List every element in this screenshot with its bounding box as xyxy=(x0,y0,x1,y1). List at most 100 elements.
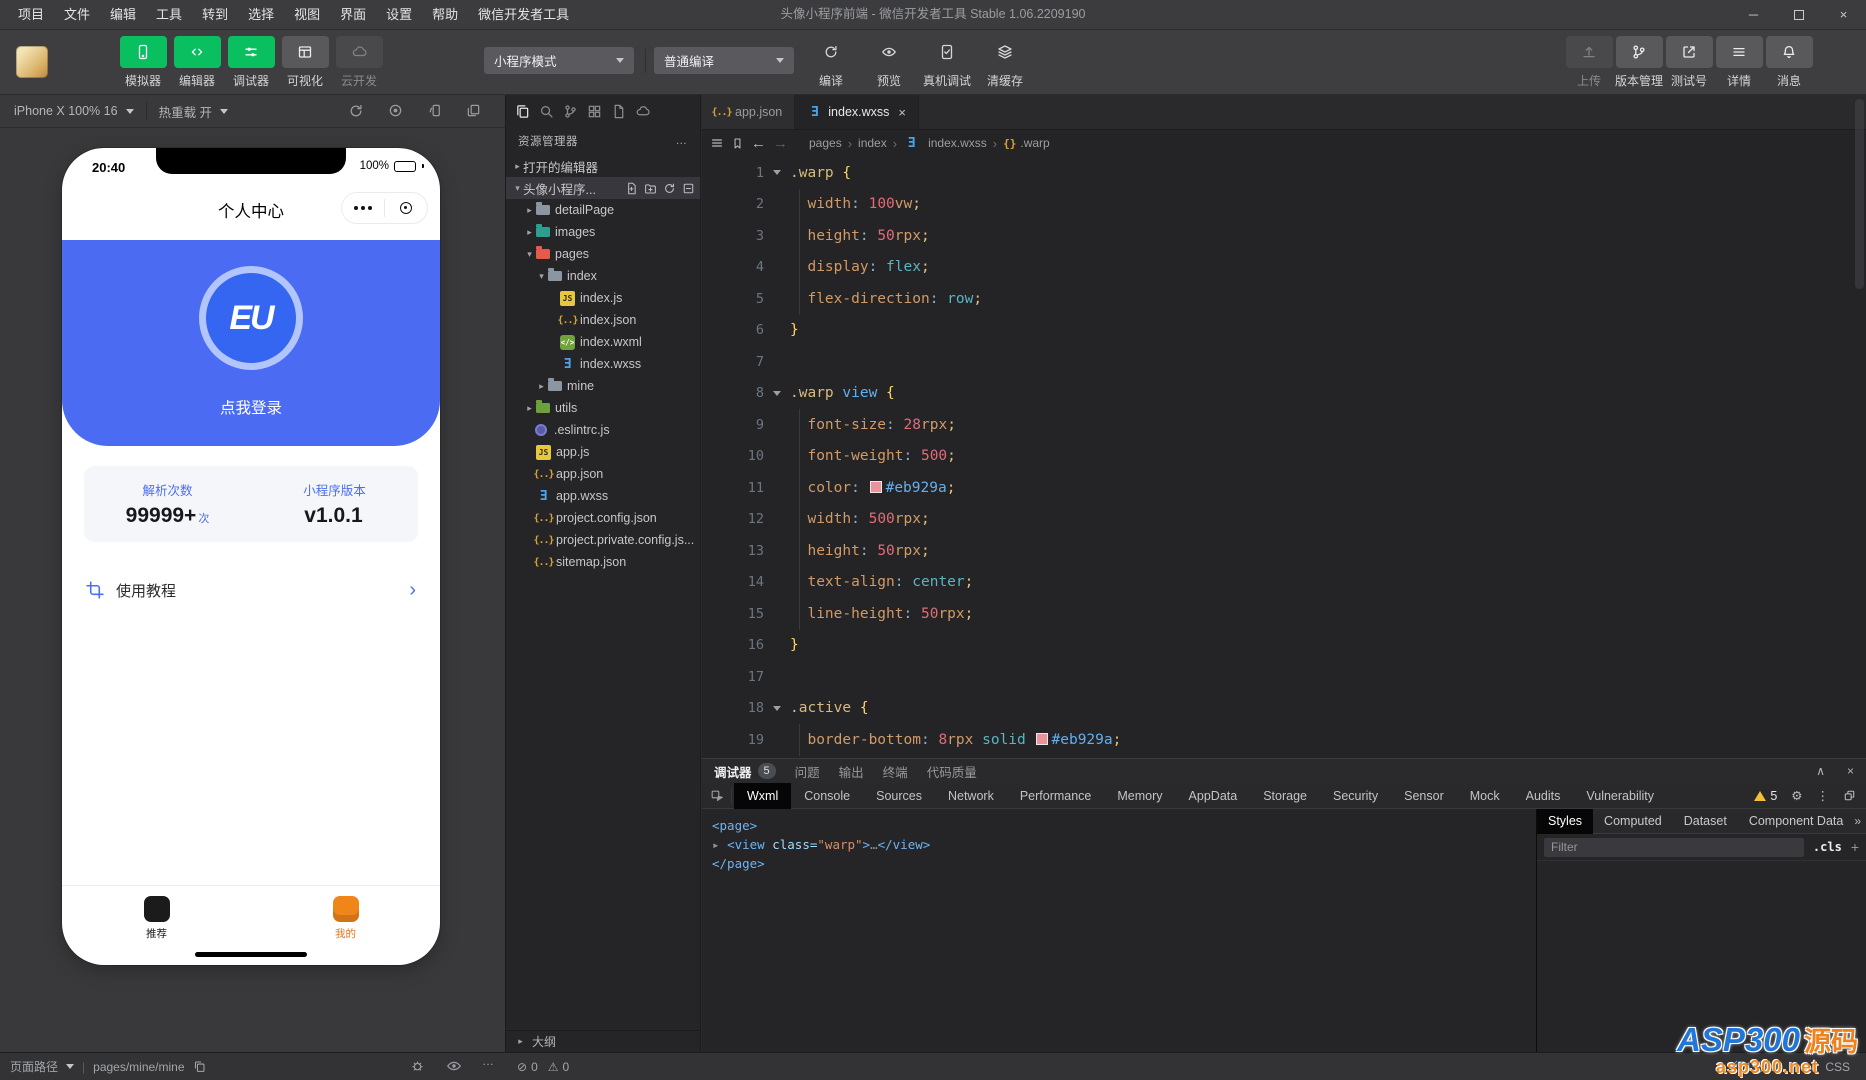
close-button[interactable]: × xyxy=(1821,0,1866,29)
menu-item-1[interactable]: 文件 xyxy=(54,0,100,29)
close-miniprogram-button[interactable] xyxy=(385,202,427,214)
files-icon[interactable] xyxy=(515,104,530,119)
tab-recommend[interactable]: 推荐 xyxy=(62,886,251,951)
tree-item-9[interactable]: Ǝindex.wxss xyxy=(506,353,700,375)
sim-rotate-icon[interactable] xyxy=(428,103,443,118)
file-icon[interactable] xyxy=(611,104,626,119)
fold-icon[interactable] xyxy=(764,390,790,396)
tree-item-2[interactable]: ▸ detailPage xyxy=(506,199,700,221)
debugger-tab-问题[interactable]: 问题 xyxy=(795,762,820,781)
tree-item-5[interactable]: ▾ index xyxy=(506,265,700,287)
close-panel-icon[interactable]: × xyxy=(1847,764,1854,778)
toolbar-button-可视化[interactable]: 可视化 xyxy=(278,36,332,89)
undock-icon[interactable] xyxy=(1843,789,1856,802)
styles-tab-Component Data[interactable]: Component Data xyxy=(1738,809,1855,834)
settings-gear-icon[interactable]: ⚙ xyxy=(1791,788,1802,803)
tree-item-1[interactable]: ▾ 头像小程序... xyxy=(506,177,700,199)
filter-input[interactable]: Filter xyxy=(1544,837,1804,857)
bookmark-icon[interactable] xyxy=(731,137,744,150)
add-style-icon[interactable]: + xyxy=(1851,839,1859,855)
maximize-button[interactable] xyxy=(1776,0,1821,29)
minimize-button[interactable]: ─ xyxy=(1731,0,1776,29)
toolbar-button-云开发[interactable]: 云开发 xyxy=(332,36,386,89)
toolbar-button-编辑器[interactable]: 编辑器 xyxy=(170,36,224,89)
tree-item-0[interactable]: ▸ 打开的编辑器 xyxy=(506,155,700,177)
cursor-position[interactable]: 行1, 列1 xyxy=(1733,1058,1777,1075)
menu-item-6[interactable]: 视图 xyxy=(284,0,330,29)
app-logo[interactable]: EU xyxy=(199,266,303,370)
bug-icon[interactable] xyxy=(410,1058,425,1073)
toolbar-button-真机调试[interactable]: 真机调试 xyxy=(918,36,976,89)
close-tab-icon[interactable]: × xyxy=(898,105,906,120)
wxml-line[interactable]: </page> xyxy=(712,854,1536,873)
hot-reload-toggle[interactable]: 热重载 开 xyxy=(159,102,229,121)
more-button[interactable] xyxy=(342,206,384,210)
fold-icon[interactable] xyxy=(764,705,790,711)
toolbar-button-消息[interactable]: 消息 xyxy=(1764,36,1814,89)
toolbar-button-上传[interactable]: 上传 xyxy=(1564,36,1614,89)
tree-item-14[interactable]: {..} app.json xyxy=(506,463,700,485)
sim-record-icon[interactable] xyxy=(388,103,403,118)
wxml-inspector[interactable]: <page> ▸ <view class="warp">…</view> </pag… xyxy=(702,809,1536,1052)
tree-item-3[interactable]: ▸ images xyxy=(506,221,700,243)
styles-tab-Styles[interactable]: Styles xyxy=(1537,808,1594,834)
editor-tab-index.wxss[interactable]: Ǝindex.wxss × xyxy=(795,95,919,129)
sim-screenshot-icon[interactable] xyxy=(466,103,481,118)
path-mode-selector[interactable]: 页面路径 xyxy=(10,1058,75,1075)
devtools-tab-Sources[interactable]: Sources xyxy=(863,783,935,809)
more-icon[interactable]: … xyxy=(676,135,689,147)
menu-item-5[interactable]: 选择 xyxy=(238,0,284,29)
tree-item-18[interactable]: {..} sitemap.json xyxy=(506,551,700,573)
wxml-line[interactable]: <page> xyxy=(712,816,1536,835)
toolbar-button-详情[interactable]: 详情 xyxy=(1714,36,1764,89)
breadcrumb-item-.warp[interactable]: {} .warp xyxy=(1003,136,1050,150)
problems-summary[interactable]: ⊘ 0 ⚠ 0 xyxy=(517,1053,569,1080)
toolbar-button-调试器[interactable]: 调试器 xyxy=(224,36,278,89)
tree-item-16[interactable]: {..} project.config.json xyxy=(506,507,700,529)
device-selector[interactable]: iPhone X 100% 16 xyxy=(14,104,134,118)
editor-scrollbar[interactable] xyxy=(1855,99,1864,289)
tree-item-15[interactable]: Ǝapp.wxss xyxy=(506,485,700,507)
toolbar-button-模拟器[interactable]: 模拟器 xyxy=(116,36,170,89)
devtools-tab-AppData[interactable]: AppData xyxy=(1176,783,1251,809)
devtools-tab-Console[interactable]: Console xyxy=(791,783,863,809)
devtools-tab-Audits[interactable]: Audits xyxy=(1513,783,1574,809)
source-control-icon[interactable] xyxy=(563,104,578,119)
tab-mine[interactable]: 我的 xyxy=(251,886,440,951)
user-avatar[interactable] xyxy=(16,46,48,78)
tree-item-13[interactable]: JS app.js xyxy=(506,441,700,463)
wxml-line[interactable]: ▸ <view class="warp">…</view> xyxy=(712,835,1536,854)
breadcrumb-item-pages[interactable]: pages xyxy=(809,136,842,150)
toolbar-button-清缓存[interactable]: 清缓存 xyxy=(976,36,1034,89)
code-editor[interactable]: 1 .warp {2 width: 100vw; 3 height: 50rpx; 4… xyxy=(702,157,1866,758)
tree-item-7[interactable]: {..} index.json xyxy=(506,309,700,331)
debugger-tab-调试器[interactable]: 调试器 5 xyxy=(714,762,776,781)
devtools-tab-Mock[interactable]: Mock xyxy=(1457,783,1513,809)
menu-item-0[interactable]: 项目 xyxy=(8,0,54,29)
collapse-all-icon[interactable] xyxy=(682,182,695,195)
mode-select[interactable]: 小程序模式 xyxy=(484,47,634,74)
devtools-tab-Vulnerability[interactable]: Vulnerability xyxy=(1573,783,1667,809)
styles-tab-Computed[interactable]: Computed xyxy=(1593,809,1673,834)
back-icon[interactable]: ← xyxy=(751,135,766,152)
extensions-icon[interactable] xyxy=(587,104,602,119)
devtools-tab-Security[interactable]: Security xyxy=(1320,783,1391,809)
eye-icon[interactable] xyxy=(446,1058,462,1074)
kebab-menu-icon[interactable]: ⋮ xyxy=(1817,788,1830,803)
devtools-tab-Storage[interactable]: Storage xyxy=(1250,783,1320,809)
language-mode[interactable]: CSS xyxy=(1825,1060,1850,1074)
sim-refresh-icon[interactable] xyxy=(348,103,364,119)
toolbar-button-版本管理[interactable]: 版本管理 xyxy=(1614,36,1664,89)
debugger-tab-输出[interactable]: 输出 xyxy=(839,762,864,781)
breadcrumb-item-index.wxss[interactable]: Ǝindex.wxss xyxy=(903,136,987,151)
collapse-panel-icon[interactable]: ∧ xyxy=(1816,764,1825,778)
menu-item-8[interactable]: 设置 xyxy=(376,0,422,29)
warning-badge[interactable]: 5 xyxy=(1754,789,1777,803)
breadcrumb-item-index[interactable]: index xyxy=(858,136,887,150)
menu-item-10[interactable]: 微信开发者工具 xyxy=(468,0,579,29)
debugger-tab-代码质量[interactable]: 代码质量 xyxy=(927,762,977,781)
menu-item-9[interactable]: 帮助 xyxy=(422,0,468,29)
copy-path-icon[interactable] xyxy=(193,1060,206,1073)
tree-item-17[interactable]: {..} project.private.config.js... xyxy=(506,529,700,551)
more-tabs-icon[interactable]: » xyxy=(1854,814,1861,828)
